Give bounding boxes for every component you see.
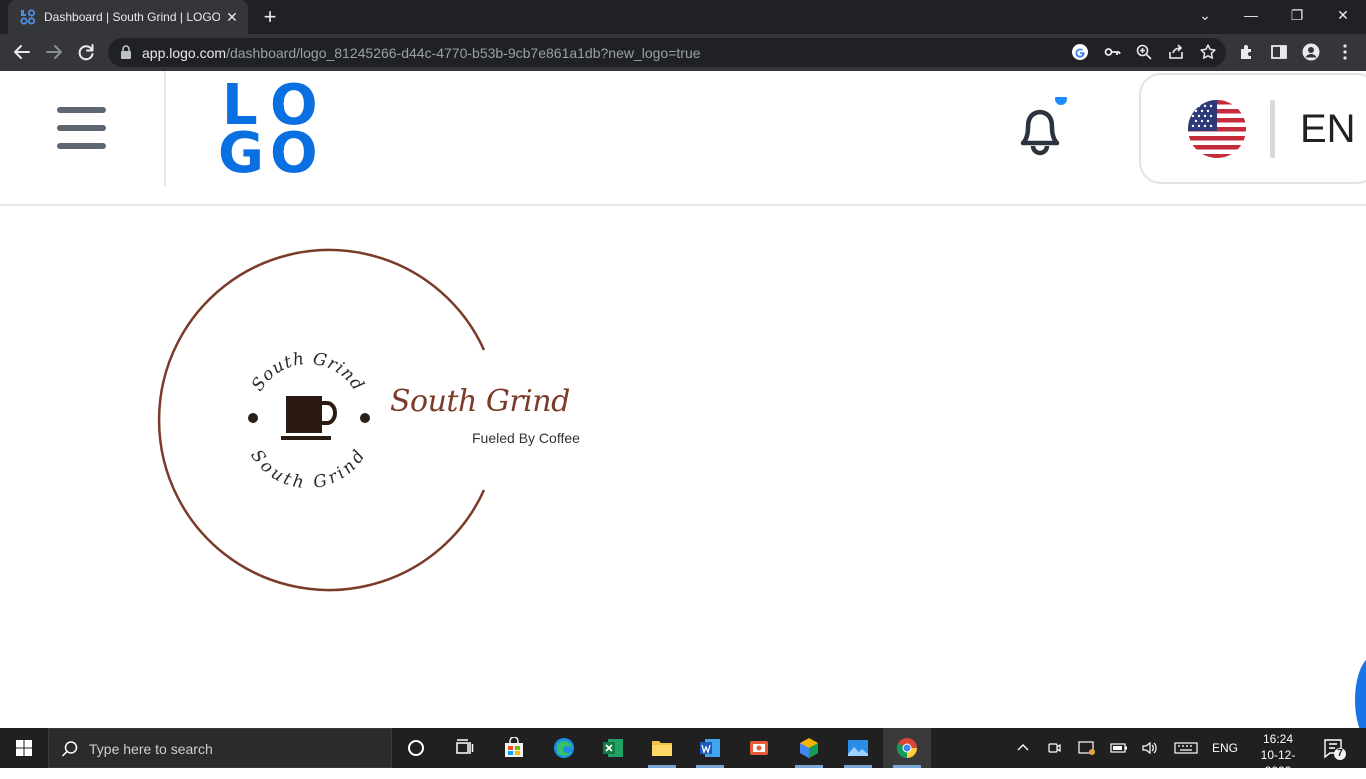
volume-icon[interactable] bbox=[1141, 740, 1159, 756]
hamburger-menu-icon[interactable] bbox=[57, 107, 106, 149]
cortana-button[interactable] bbox=[392, 728, 440, 768]
share-icon[interactable] bbox=[1167, 43, 1185, 61]
brand-tagline: Fueled By Coffee bbox=[472, 430, 580, 446]
notification-bell-icon[interactable] bbox=[1012, 97, 1068, 157]
photos-button[interactable] bbox=[834, 728, 882, 768]
bookmark-star-icon[interactable] bbox=[1199, 43, 1217, 61]
tab-title: Dashboard | South Grind | LOGO. bbox=[44, 10, 220, 24]
screen-recorder-icon bbox=[750, 741, 768, 755]
cube-icon bbox=[800, 738, 818, 758]
store-bag-icon bbox=[505, 737, 523, 757]
3d-viewer-button[interactable] bbox=[785, 728, 833, 768]
edge-button[interactable] bbox=[540, 728, 588, 768]
edge-browser-icon bbox=[554, 738, 574, 758]
word-button[interactable] bbox=[686, 728, 734, 768]
url-path: /dashboard/logo_81245266-d44c-4770-b53b-… bbox=[226, 45, 701, 61]
cortana-circle-icon bbox=[408, 740, 424, 756]
notification-count-badge: 7 bbox=[1337, 748, 1343, 759]
tab-search-icon[interactable]: ⌄ bbox=[1182, 0, 1228, 34]
meet-now-icon[interactable] bbox=[1046, 740, 1062, 756]
google-lens-icon[interactable] bbox=[1071, 43, 1089, 61]
language-selector[interactable]: EN bbox=[1139, 73, 1366, 184]
language-separator bbox=[1270, 100, 1275, 158]
search-placeholder: Type here to search bbox=[89, 741, 213, 757]
taskbar-search-box[interactable]: Type here to search bbox=[48, 728, 392, 768]
language-code: EN bbox=[1300, 107, 1356, 151]
badge-dot-right bbox=[360, 413, 370, 423]
badge-arc-top-text: South Grind bbox=[248, 349, 368, 395]
logo-letter: G bbox=[218, 121, 264, 186]
system-clock[interactable]: 16:24 10-12-2022 bbox=[1248, 731, 1308, 779]
action-center-button[interactable]: 7 bbox=[1322, 736, 1348, 762]
browser-tab-strip: Dashboard | South Grind | LOGO. ✕ + ⌄ — … bbox=[0, 0, 1366, 34]
address-bar[interactable]: app.logo.com/dashboard/logo_81245266-d44… bbox=[108, 38, 1226, 67]
logo-preview-graphic[interactable]: South Grind South Grind bbox=[150, 240, 610, 600]
forward-arrow-icon[interactable] bbox=[40, 38, 68, 66]
us-flag-icon bbox=[1188, 100, 1246, 158]
folder-icon bbox=[652, 741, 672, 756]
chrome-button[interactable] bbox=[883, 728, 931, 768]
notification-dot bbox=[1055, 97, 1067, 105]
browser-toolbar: app.logo.com/dashboard/logo_81245266-d44… bbox=[0, 34, 1366, 71]
minimize-button[interactable]: — bbox=[1228, 0, 1274, 34]
url-text: app.logo.com/dashboard/logo_81245266-d44… bbox=[142, 45, 701, 61]
logo-favicon-icon bbox=[20, 9, 36, 25]
excel-icon bbox=[603, 739, 623, 757]
logo-brand-mark[interactable]: L O G O bbox=[218, 78, 324, 186]
touch-keyboard-icon[interactable] bbox=[1174, 740, 1198, 756]
coffee-cup-icon bbox=[281, 396, 337, 440]
lock-icon[interactable] bbox=[120, 45, 132, 59]
clock-time: 16:24 bbox=[1262, 732, 1294, 746]
tab-close-icon[interactable]: ✕ bbox=[224, 9, 240, 25]
window-close-button[interactable]: ✕ bbox=[1320, 0, 1366, 34]
reload-icon[interactable] bbox=[72, 38, 100, 66]
microsoft-store-button[interactable] bbox=[490, 728, 538, 768]
sync-status-icon[interactable] bbox=[1078, 740, 1096, 756]
windows-taskbar: Type here to search ENG 16:24 10-12-2022… bbox=[0, 728, 1366, 778]
brand-name: South Grind bbox=[390, 384, 570, 419]
show-hidden-icons-chevron-icon[interactable] bbox=[1015, 740, 1031, 756]
task-view-icon bbox=[456, 739, 474, 754]
extensions-puzzle-icon[interactable] bbox=[1238, 43, 1256, 61]
new-tab-button[interactable]: + bbox=[258, 5, 282, 29]
badge-dot-left bbox=[248, 413, 258, 423]
zoom-icon[interactable] bbox=[1135, 43, 1153, 61]
chrome-icon bbox=[896, 738, 917, 759]
search-icon bbox=[61, 741, 78, 757]
windows-start-icon[interactable] bbox=[0, 728, 48, 768]
more-menu-icon[interactable] bbox=[1336, 43, 1354, 61]
battery-icon[interactable] bbox=[1110, 740, 1128, 756]
photos-icon bbox=[848, 740, 868, 756]
side-panel-icon[interactable] bbox=[1270, 43, 1288, 61]
restore-button[interactable]: ❐ bbox=[1274, 0, 1320, 34]
logo-letter: O bbox=[270, 121, 318, 186]
header-divider bbox=[164, 71, 166, 186]
url-host: app.logo.com bbox=[142, 45, 227, 61]
badge-arc-bottom-text: South Grind bbox=[246, 446, 370, 493]
back-arrow-icon[interactable] bbox=[8, 38, 36, 66]
profile-icon[interactable] bbox=[1302, 43, 1320, 61]
task-view-button[interactable] bbox=[440, 728, 488, 768]
clock-date: 10-12-2022 bbox=[1260, 748, 1296, 778]
app-header: L O G O EN bbox=[0, 71, 1366, 206]
browser-tab-active[interactable]: Dashboard | South Grind | LOGO. ✕ bbox=[8, 0, 248, 34]
key-icon[interactable] bbox=[1103, 43, 1121, 61]
input-language-indicator[interactable]: ENG bbox=[1212, 740, 1238, 756]
powerpoint-button[interactable] bbox=[735, 728, 783, 768]
word-icon bbox=[700, 739, 720, 757]
excel-button[interactable] bbox=[589, 728, 637, 768]
file-explorer-button[interactable] bbox=[638, 728, 686, 768]
